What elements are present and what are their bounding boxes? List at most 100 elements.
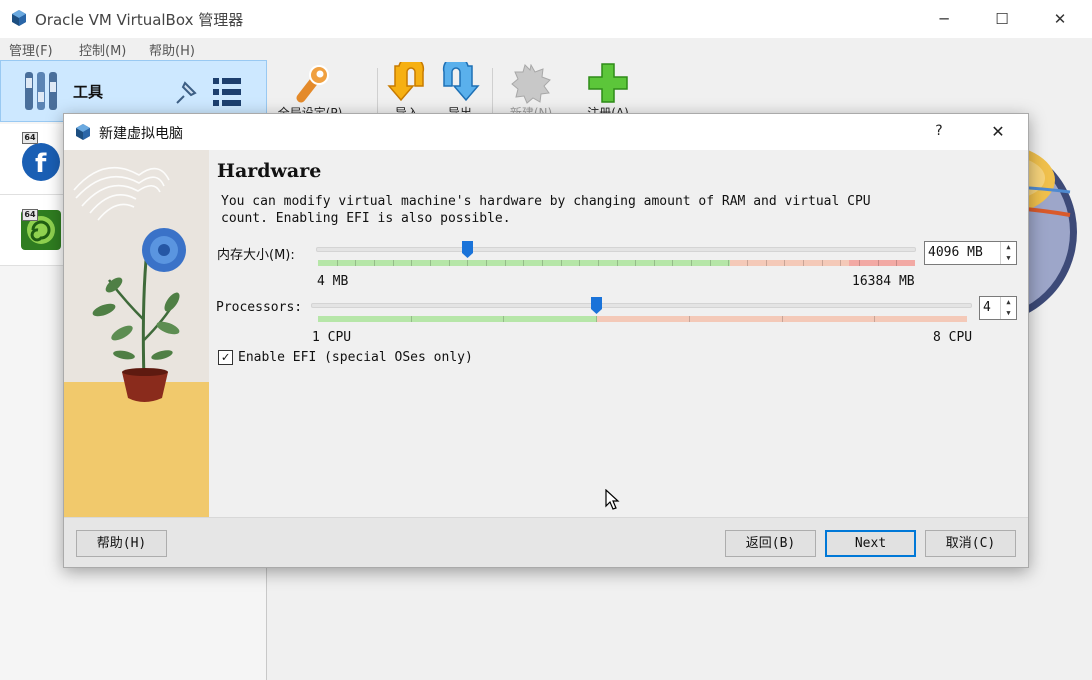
page-heading: Hardware: [217, 160, 322, 182]
spin-down-icon[interactable]: ▼: [1001, 253, 1016, 264]
back-button[interactable]: 返回(B): [725, 530, 816, 557]
scale-tick: [859, 260, 861, 266]
scale-tick: [635, 260, 637, 266]
import-arrow-icon: [387, 62, 425, 102]
scale-tick: [803, 260, 805, 266]
export-button[interactable]: 导出: [425, 60, 495, 120]
wrench-icon: [296, 65, 329, 103]
processors-label: Processors:: [216, 300, 303, 315]
minimize-icon: ─: [939, 10, 949, 28]
scale-tick: [541, 260, 543, 266]
scale-tick: [448, 260, 450, 266]
memory-size-label: 内存大小(M):: [217, 248, 295, 263]
scale-tick: [596, 316, 598, 322]
pin-icon[interactable]: [171, 77, 201, 107]
global-settings-button[interactable]: 全局设定(P): [275, 60, 345, 120]
new-vm-dialog: 新建虚拟电脑 ? ✕ Hardware You can modify virtu…: [63, 113, 1029, 568]
next-button[interactable]: Next: [825, 530, 916, 557]
add-plus-icon: [588, 63, 628, 103]
scale-tick: [616, 260, 618, 266]
scale-tick: [336, 260, 338, 266]
arch-64-badge: 64: [22, 209, 38, 221]
main-toolbar: 全局设定(P) 导入 导出 新建(N) 注册(A): [267, 60, 1092, 120]
tools-label: 工具: [73, 83, 104, 101]
memory-spinbox-value: 4096 MB: [928, 245, 983, 260]
memory-slider-handle[interactable]: [461, 241, 473, 258]
toolbar-separator: [492, 68, 493, 116]
scale-tick: [503, 316, 505, 322]
dialog-title: 新建虚拟电脑: [99, 126, 183, 142]
menu-help[interactable]: 帮助(H): [149, 40, 195, 59]
scale-tick: [709, 260, 711, 266]
memory-max-label: 16384 MB: [852, 274, 915, 289]
scale-tick: [485, 260, 487, 266]
tools-icon: [25, 72, 57, 110]
scale-tick: [560, 260, 562, 266]
dialog-footer: 帮助(H) 返回(B) Next 取消(C): [64, 517, 1028, 567]
menu-machine[interactable]: 控制(M): [79, 40, 126, 59]
close-button[interactable]: ✕: [1031, 0, 1089, 38]
scale-tick: [411, 260, 413, 266]
wizard-content: Hardware You can modify virtual machine'…: [209, 150, 1028, 517]
processors-min-label: 1 CPU: [312, 330, 352, 345]
memory-slider-scale: [318, 260, 915, 266]
maximize-icon: ☐: [995, 10, 1009, 28]
cancel-button[interactable]: 取消(C): [925, 530, 1016, 557]
scale-tick: [821, 260, 823, 266]
mouse-cursor-icon: [605, 489, 620, 510]
scale-tick: [504, 260, 506, 266]
scale-tick: [392, 260, 394, 266]
memory-spin-arrows: ▲ ▼: [1000, 242, 1016, 264]
scale-tick: [874, 316, 876, 322]
scale-tick: [781, 316, 783, 322]
scale-tick: [688, 316, 690, 322]
scale-tick: [747, 260, 749, 266]
scale-segment: [318, 316, 598, 322]
new-vm-button: 新建(N): [496, 60, 566, 120]
scale-tick: [840, 260, 842, 266]
scale-tick: [597, 260, 599, 266]
scale-tick: [877, 260, 879, 266]
help-question-icon[interactable]: ?: [928, 120, 950, 142]
list-menu-icon[interactable]: [211, 75, 243, 109]
scale-tick: [728, 260, 730, 266]
spin-up-icon[interactable]: ▲: [1001, 242, 1016, 253]
spin-down-icon[interactable]: ▼: [1001, 308, 1016, 319]
scale-tick: [579, 260, 581, 266]
scale-tick: [429, 260, 431, 266]
page-description: You can modify virtual machine's hardwar…: [221, 194, 871, 226]
memory-slider-track[interactable]: [316, 247, 916, 252]
scale-tick: [691, 260, 693, 266]
memory-spinbox[interactable]: 4096 MB ▲ ▼: [924, 241, 1017, 265]
dialog-close-icon[interactable]: ✕: [984, 120, 1012, 144]
spin-up-icon[interactable]: ▲: [1001, 297, 1016, 308]
processors-max-label: 8 CPU: [933, 330, 973, 345]
scale-tick: [373, 260, 375, 266]
scale-tick: [672, 260, 674, 266]
menu-file[interactable]: 管理(F): [9, 40, 53, 59]
processors-spin-arrows: ▲ ▼: [1000, 297, 1016, 319]
svg-text:f: f: [35, 149, 47, 179]
scale-tick: [467, 260, 469, 266]
efi-checkbox[interactable]: ✓: [218, 350, 233, 365]
export-arrow-icon: [442, 62, 480, 102]
fedora-logo-icon: f: [22, 143, 60, 181]
minimize-button[interactable]: ─: [915, 0, 973, 38]
main-titlebar: Oracle VM VirtualBox 管理器 ─ ☐ ✕: [0, 0, 1092, 38]
processors-slider-handle[interactable]: [590, 297, 602, 314]
scale-tick: [896, 260, 898, 266]
memory-min-label: 4 MB: [317, 274, 349, 289]
dialog-titlebar: 新建虚拟电脑 ? ✕: [64, 114, 1028, 150]
help-button[interactable]: 帮助(H): [76, 530, 167, 557]
menu-bar: 管理(F) 控制(M) 帮助(H): [0, 38, 1092, 60]
arch-64-badge: 64: [22, 132, 38, 144]
scale-tick: [765, 260, 767, 266]
register-button[interactable]: 注册(A): [573, 60, 643, 120]
processors-spinbox[interactable]: 4 ▲ ▼: [979, 296, 1017, 320]
efi-checkbox-label[interactable]: Enable EFI (special OSes only): [238, 350, 473, 365]
processors-slider-track[interactable]: [311, 303, 972, 308]
scale-tick: [784, 260, 786, 266]
close-icon: ✕: [1053, 10, 1067, 28]
maximize-button[interactable]: ☐: [973, 0, 1031, 38]
scale-tick: [653, 260, 655, 266]
